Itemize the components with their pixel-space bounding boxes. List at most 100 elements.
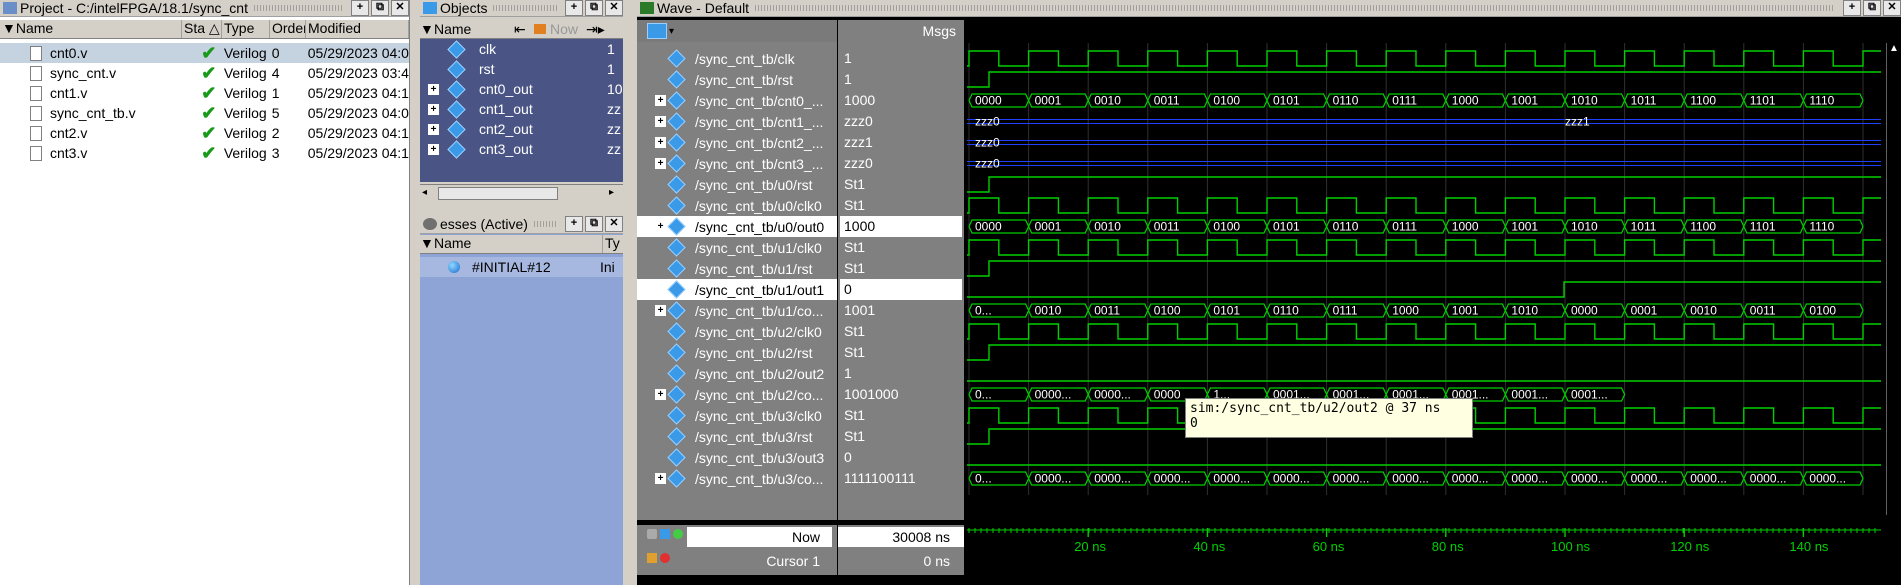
project-file-row[interactable]: cnt2.v ✔ Verilog 2 05/29/2023 04:1: [0, 123, 409, 143]
wave-titlebar[interactable]: Wave - Default + ⧉ ✕: [637, 0, 1901, 17]
project-file-row[interactable]: sync_cnt.v ✔ Verilog 4 05/29/2023 03:4: [0, 63, 409, 83]
signal-name-row[interactable]: /sync_cnt_tb/clk: [637, 48, 837, 69]
signal-icon: [667, 385, 686, 404]
object-row[interactable]: + cnt0_out 10: [420, 79, 623, 99]
signal-icon: [667, 322, 686, 341]
delete-cursor-icon[interactable]: [660, 553, 670, 563]
expand-plus-icon[interactable]: +: [655, 221, 666, 232]
process-row[interactable]: #INITIAL#12 Ini: [420, 257, 623, 277]
close-button[interactable]: ✕: [605, 216, 623, 232]
object-row[interactable]: + cnt3_out zz: [420, 139, 623, 159]
lock-icon[interactable]: [647, 529, 657, 539]
project-file-row[interactable]: sync_cnt_tb.v ✔ Verilog 5 05/29/2023 04:0: [0, 103, 409, 123]
close-button[interactable]: ✕: [1883, 0, 1901, 16]
scroll-left-icon[interactable]: ◂: [422, 187, 434, 199]
expand-plus-icon[interactable]: +: [428, 123, 439, 135]
signal-name-row[interactable]: +/sync_cnt_tb/cnt0_...: [637, 90, 837, 111]
dock-plus-button[interactable]: +: [351, 0, 369, 16]
add-cursor-icon[interactable]: [673, 529, 683, 539]
expand-plus-icon[interactable]: +: [655, 389, 666, 400]
processes-header: ▼ Name Ty: [420, 235, 623, 254]
scroll-thumb[interactable]: [438, 187, 558, 200]
object-row[interactable]: clk 1: [420, 39, 623, 59]
expand-plus-icon[interactable]: +: [655, 158, 666, 169]
title-grip[interactable]: [493, 5, 557, 11]
add-wave-icon[interactable]: [647, 23, 667, 39]
project-file-row[interactable]: cnt1.v ✔ Verilog 1 05/29/2023 04:1: [0, 83, 409, 103]
signal-name-row[interactable]: /sync_cnt_tb/u1/rst: [637, 258, 837, 279]
col-modified[interactable]: Modified: [306, 20, 409, 38]
signal-name-row[interactable]: +/sync_cnt_tb/cnt3_...: [637, 153, 837, 174]
object-row[interactable]: + cnt2_out zz: [420, 119, 623, 139]
z-bus-label: zzz0: [975, 115, 1000, 129]
project-panel: Project - C:/intelFPGA/18.1/sync_cnt + ⧉…: [0, 0, 410, 585]
signal-icon: [667, 427, 686, 446]
expand-plus-icon[interactable]: +: [655, 137, 666, 148]
object-row[interactable]: + cnt1_out zz: [420, 99, 623, 119]
expand-plus-icon[interactable]: +: [428, 103, 439, 115]
project-titlebar[interactable]: Project - C:/intelFPGA/18.1/sync_cnt + ⧉…: [0, 0, 409, 17]
expand-plus-icon[interactable]: +: [655, 116, 666, 127]
cursor-lock-icon[interactable]: [647, 553, 657, 563]
signal-name-row[interactable]: /sync_cnt_tb/u1/clk0: [637, 237, 837, 258]
scroll-up-icon[interactable]: ▲: [1887, 43, 1901, 54]
object-row[interactable]: rst 1: [420, 59, 623, 79]
signal-name-row[interactable]: /sync_cnt_tb/u1/out1: [637, 279, 837, 300]
dock-plus-button[interactable]: +: [565, 0, 583, 16]
undock-button[interactable]: ⧉: [371, 0, 389, 16]
signal-name-row[interactable]: +/sync_cnt_tb/u3/co...: [637, 468, 837, 489]
objects-titlebar[interactable]: Objects + ⧉ ✕: [420, 0, 623, 17]
tool-icon[interactable]: [660, 529, 670, 539]
signal-name-row[interactable]: +/sync_cnt_tb/cnt1_...: [637, 111, 837, 132]
project-file-row[interactable]: cnt0.v ✔ Verilog 0 05/29/2023 04:0: [0, 43, 409, 63]
title-grip[interactable]: [533, 221, 557, 227]
col-name[interactable]: Name: [434, 21, 514, 37]
signal-name-row[interactable]: /sync_cnt_tb/u0/rst: [637, 174, 837, 195]
col-type[interactable]: Ty: [603, 235, 620, 253]
file-icon: [30, 105, 42, 121]
u3-count-bus-label: 0000...: [1511, 472, 1548, 486]
col-status[interactable]: Sta △: [182, 20, 222, 38]
signal-name-row[interactable]: /sync_cnt_tb/u3/rst: [637, 426, 837, 447]
title-grip[interactable]: [755, 5, 1835, 11]
signal-name-row[interactable]: /sync_cnt_tb/u3/out3: [637, 447, 837, 468]
expand-plus-icon[interactable]: +: [655, 473, 666, 484]
undock-button[interactable]: ⧉: [585, 0, 603, 16]
wave-vscrollbar[interactable]: ▲: [1886, 43, 1901, 515]
col-order[interactable]: Order: [270, 20, 306, 38]
signal-name-row[interactable]: +/sync_cnt_tb/u2/co...: [637, 384, 837, 405]
signal-name-row[interactable]: +/sync_cnt_tb/cnt2_...: [637, 132, 837, 153]
signal-icon: [667, 175, 686, 194]
col-name[interactable]: Name: [434, 235, 603, 253]
chevron-down-icon[interactable]: ▾: [669, 26, 674, 37]
expand-plus-icon[interactable]: +: [655, 305, 666, 316]
signal-name-row[interactable]: +/sync_cnt_tb/u0/out0: [637, 216, 837, 237]
signal-name-row[interactable]: /sync_cnt_tb/u2/clk0: [637, 321, 837, 342]
objects-hscrollbar[interactable]: ◂ ▸: [420, 184, 623, 201]
dock-plus-button[interactable]: +: [1843, 0, 1861, 16]
signal-name-row[interactable]: +/sync_cnt_tb/u1/co...: [637, 300, 837, 321]
col-type[interactable]: Type: [222, 20, 270, 38]
undock-button[interactable]: ⧉: [1863, 0, 1881, 16]
expand-plus-icon[interactable]: +: [428, 143, 439, 155]
expand-plus-icon[interactable]: +: [428, 83, 439, 95]
signal-name-row[interactable]: /sync_cnt_tb/u2/rst: [637, 342, 837, 363]
col-name[interactable]: ▼Name: [0, 20, 182, 38]
dock-plus-button[interactable]: +: [565, 216, 583, 232]
signal-name-row[interactable]: /sync_cnt_tb/u0/clk0: [637, 195, 837, 216]
expand-plus-icon[interactable]: +: [655, 95, 666, 106]
close-button[interactable]: ✕: [605, 0, 623, 16]
title-grip[interactable]: [253, 5, 343, 11]
scroll-right-icon[interactable]: ▸: [609, 187, 621, 199]
filter-icon[interactable]: ⇤: [514, 21, 534, 38]
expand-icon[interactable]: ⇥▸: [586, 21, 605, 38]
signal-icon: [447, 39, 466, 59]
project-file-row[interactable]: cnt3.v ✔ Verilog 3 05/29/2023 04:1: [0, 143, 409, 163]
undock-button[interactable]: ⧉: [585, 216, 603, 232]
signal-name-row[interactable]: /sync_cnt_tb/rst: [637, 69, 837, 90]
signal-name-row[interactable]: /sync_cnt_tb/u3/clk0: [637, 405, 837, 426]
close-button[interactable]: ✕: [391, 0, 409, 16]
signal-name-row[interactable]: /sync_cnt_tb/u2/out2: [637, 363, 837, 384]
time-ruler[interactable]: 20 ns 40 ns 60 ns 80 ns 100 ns 120 ns 140 ns: [967, 525, 1881, 555]
processes-titlebar[interactable]: esses (Active) + ⧉ ✕: [420, 215, 623, 234]
